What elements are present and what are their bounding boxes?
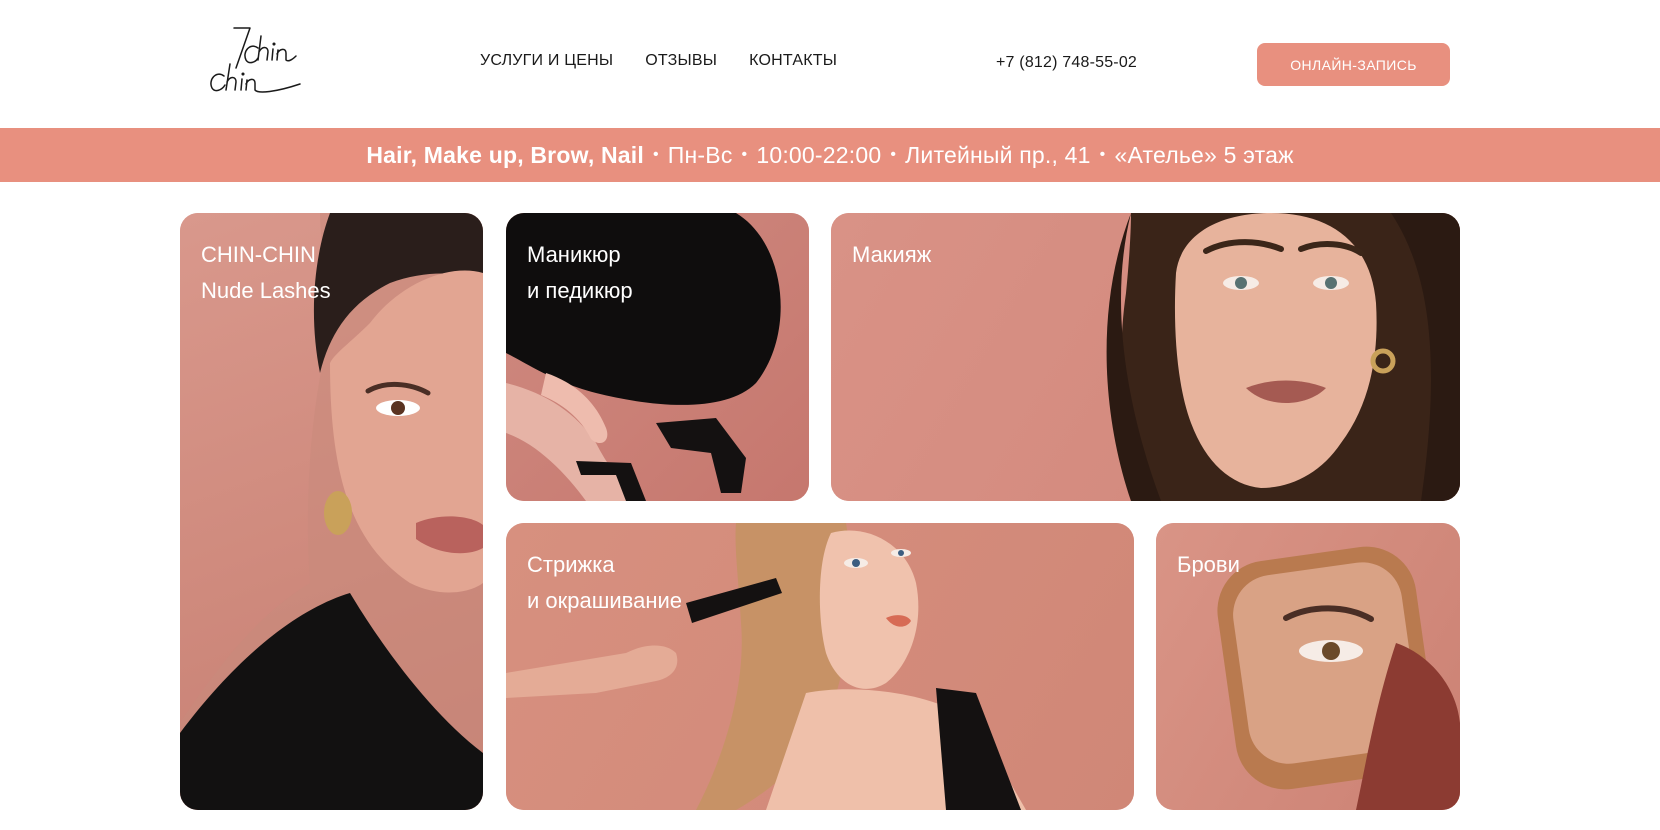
card-title: Макияж xyxy=(852,237,931,273)
online-booking-button[interactable]: ОНЛАЙН-ЗАПИСЬ xyxy=(1257,43,1450,86)
card-title-line: Стрижка xyxy=(527,552,615,577)
working-hours: 10:00-22:00 xyxy=(756,141,882,168)
chin-chin-logo[interactable] xyxy=(206,22,324,102)
card-title-line: Макияж xyxy=(852,242,932,267)
site-header: УСЛУГИ И ЦЕНЫ ОТЗЫВЫ КОНТАКТЫ +7 (812) 7… xyxy=(0,0,1660,128)
service-card-haircut-coloring[interactable]: Стрижка и окрашивание xyxy=(506,523,1134,810)
info-strip: Hair, Make up, Brow, Nail • Пн-Вс • 10:0… xyxy=(0,128,1660,182)
phone-link[interactable]: +7 (812) 748-55-02 xyxy=(996,54,1137,72)
separator-dot: • xyxy=(741,146,748,163)
card-title-line: и окрашивание xyxy=(527,588,683,613)
card-title: Брови xyxy=(1177,547,1240,583)
service-card-lashes[interactable]: CHIN-CHIN Nude Lashes xyxy=(180,213,483,810)
working-days: Пн-Вс xyxy=(667,141,733,168)
service-card-manicure-pedicure[interactable]: Маникюр и педикюр xyxy=(506,213,809,501)
card-title: Стрижка и окрашивание xyxy=(527,547,682,619)
nav-item-reviews[interactable]: ОТЗЫВЫ xyxy=(645,52,717,70)
card-title-line: Nude Lashes xyxy=(201,278,331,303)
separator-dot: • xyxy=(890,146,897,163)
service-card-makeup[interactable]: Макияж xyxy=(831,213,1460,501)
card-title-line: и педикюр xyxy=(527,278,633,303)
nav-item-contacts[interactable]: КОНТАКТЫ xyxy=(749,52,837,70)
separator-dot: • xyxy=(1099,146,1106,163)
card-title-line: Маникюр xyxy=(527,242,621,267)
service-card-brows[interactable]: Брови xyxy=(1156,523,1460,810)
main-nav: УСЛУГИ И ЦЕНЫ ОТЗЫВЫ КОНТАКТЫ xyxy=(480,52,837,70)
separator-dot: • xyxy=(652,146,659,163)
services-list: Hair, Make up, Brow, Nail xyxy=(366,141,644,168)
nav-item-services-prices[interactable]: УСЛУГИ И ЦЕНЫ xyxy=(480,52,613,70)
venue-floor: «Ателье» 5 этаж xyxy=(1114,141,1294,168)
card-title-line: Брови xyxy=(1177,552,1240,577)
card-title: Маникюр и педикюр xyxy=(527,237,633,309)
card-title-line: CHIN-CHIN xyxy=(201,242,316,267)
card-title: CHIN-CHIN Nude Lashes xyxy=(201,237,331,309)
address: Литейный пр., 41 xyxy=(905,141,1091,168)
